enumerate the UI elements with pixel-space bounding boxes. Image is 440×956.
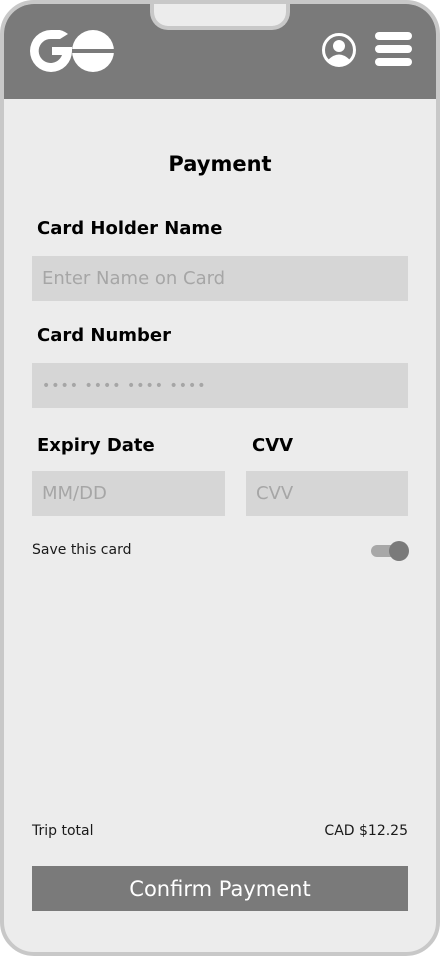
device-notch [150, 4, 290, 30]
save-card-toggle[interactable] [371, 541, 409, 561]
card-number-input[interactable]: •••• •••• •••• •••• [32, 363, 408, 408]
trip-total-value: CAD $12.25 [324, 823, 408, 839]
card-holder-label: Card Holder Name [37, 218, 223, 239]
cvv-input[interactable]: CVV [246, 471, 408, 516]
card-holder-input[interactable]: Enter Name on Card [32, 256, 408, 301]
go-logo[interactable] [30, 30, 114, 72]
expiry-date-placeholder: MM/DD [42, 483, 107, 504]
expiry-date-label: Expiry Date [37, 435, 155, 456]
confirm-payment-button[interactable]: Confirm Payment [32, 866, 408, 911]
card-holder-placeholder: Enter Name on Card [42, 268, 226, 289]
phone-frame: Payment Card Holder Name Enter Name on C… [0, 0, 440, 956]
expiry-date-input[interactable]: MM/DD [32, 471, 225, 516]
hamburger-menu-icon[interactable] [375, 32, 412, 66]
toggle-knob [389, 541, 409, 561]
cvv-placeholder: CVV [256, 483, 294, 504]
trip-total-label: Trip total [32, 823, 94, 839]
user-circle-icon[interactable] [321, 32, 357, 68]
card-number-label: Card Number [37, 325, 171, 346]
card-number-placeholder: •••• •••• •••• •••• [42, 377, 207, 394]
cvv-label: CVV [252, 435, 294, 456]
page-title: Payment [168, 152, 272, 176]
save-card-label: Save this card [32, 542, 132, 558]
